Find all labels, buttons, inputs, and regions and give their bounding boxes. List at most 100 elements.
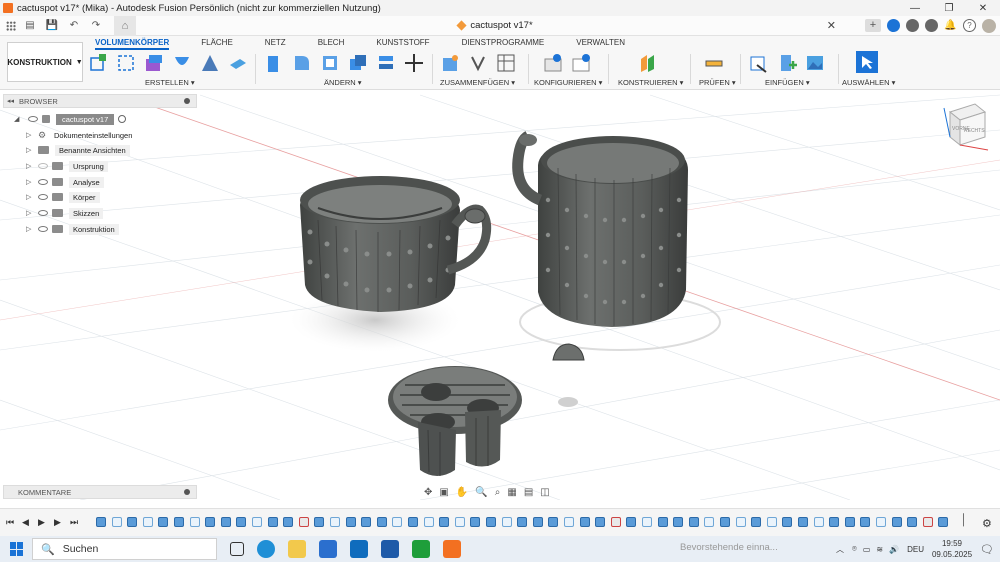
timeline-feature[interactable] xyxy=(626,517,637,527)
timeline-feature[interactable] xyxy=(922,517,933,527)
select-icon[interactable] xyxy=(856,51,878,73)
comments-panel-header[interactable]: KOMMENTARE xyxy=(3,485,197,499)
browser-root-item[interactable]: ◢ cactuspot v17 xyxy=(14,112,127,126)
group-konstruieren[interactable]: KONSTRUIEREN ▾ xyxy=(618,78,683,87)
timeline-feature[interactable] xyxy=(517,517,528,527)
visibility-eye-icon[interactable] xyxy=(28,116,38,122)
edge-browser-icon[interactable] xyxy=(257,540,275,558)
browser-item-koerper[interactable]: ▷ Körper xyxy=(26,190,100,204)
undo-icon[interactable]: ↶ xyxy=(66,18,82,34)
close-window-button[interactable]: ✕ xyxy=(966,3,1000,14)
expand-icon[interactable]: ▷ xyxy=(26,131,34,139)
as-built-joint-icon[interactable] xyxy=(496,53,516,73)
activate-component-icon[interactable] xyxy=(118,115,127,123)
small-knob-body[interactable] xyxy=(552,343,585,361)
timeline-feature[interactable] xyxy=(361,517,372,527)
pan-icon[interactable]: ✋ xyxy=(456,487,468,498)
timeline-feature[interactable] xyxy=(454,517,465,527)
box-icon[interactable] xyxy=(228,53,248,73)
orbit-icon[interactable]: ✥ xyxy=(424,487,432,498)
offset-plane-icon[interactable] xyxy=(638,53,658,73)
combine-icon[interactable] xyxy=(348,53,368,73)
minimize-button[interactable]: — xyxy=(898,3,932,14)
comments-options-icon[interactable] xyxy=(184,489,190,495)
outlook-icon[interactable] xyxy=(350,540,368,558)
revolve-icon[interactable] xyxy=(172,53,192,73)
look-at-icon[interactable]: ▣ xyxy=(439,487,448,498)
timeline-feature[interactable] xyxy=(142,517,153,527)
timeline-feature[interactable] xyxy=(189,517,200,527)
tab-dienstprogramme[interactable]: DIENSTPROGRAMME xyxy=(462,38,545,50)
timeline-feature[interactable] xyxy=(782,517,793,527)
expand-root-icon[interactable]: ◢ xyxy=(14,115,22,123)
expand-icon[interactable]: ▷ xyxy=(26,162,34,170)
tab-netz[interactable]: NETZ xyxy=(265,38,286,50)
group-pruefen[interactable]: PRÜFEN ▾ xyxy=(699,78,736,87)
display-settings-icon[interactable]: ▦ xyxy=(507,487,516,498)
timeline-feature[interactable] xyxy=(891,517,902,527)
configure-icon[interactable] xyxy=(543,53,563,73)
visibility-eye-icon[interactable] xyxy=(38,179,48,185)
tray-chevron-icon[interactable]: ︿ xyxy=(836,544,844,555)
insert-canvas-icon[interactable] xyxy=(805,53,825,73)
move-copy-icon[interactable] xyxy=(404,53,424,73)
timeline-feature[interactable] xyxy=(236,517,247,527)
notification-text[interactable]: Bevorstehende einna... xyxy=(680,542,778,553)
file-menu-icon[interactable]: ▤ xyxy=(22,18,38,34)
create-sketch-icon[interactable] xyxy=(88,53,108,73)
timeline-feature[interactable] xyxy=(735,517,746,527)
visibility-eye-icon[interactable] xyxy=(38,163,48,169)
configuration-table-icon[interactable] xyxy=(571,53,591,73)
timeline-feature[interactable] xyxy=(860,517,871,527)
timeline-feature[interactable] xyxy=(657,517,668,527)
redo-icon[interactable]: ↷ xyxy=(88,18,104,34)
browser-item-benannte-ansichten[interactable]: ▷ Benannte Ansichten xyxy=(26,143,130,157)
document-tab[interactable]: cactuspot v17* ✕ xyxy=(150,16,840,36)
timeline-feature[interactable] xyxy=(751,517,762,527)
store-icon[interactable] xyxy=(319,540,337,558)
timeline-feature[interactable] xyxy=(938,517,949,527)
app-icon-green[interactable] xyxy=(412,540,430,558)
task-view-icon[interactable] xyxy=(230,542,244,556)
step-forward-icon[interactable]: ▶ xyxy=(54,517,61,528)
group-erstellen[interactable]: ERSTELLEN ▾ xyxy=(145,78,195,87)
clock[interactable]: 19:59 09.05.2025 xyxy=(932,538,972,560)
timeline-feature[interactable] xyxy=(174,517,184,527)
data-panel-grid-icon[interactable] xyxy=(6,20,16,31)
timeline-feature[interactable] xyxy=(376,517,387,527)
fillet-icon[interactable] xyxy=(292,53,312,73)
browser-item-dokumenteinstellungen[interactable]: ▷ ⚙ Dokumenteinstellungen xyxy=(26,128,132,142)
insert-mesh-icon[interactable] xyxy=(777,53,797,73)
timeline-feature[interactable] xyxy=(158,517,169,527)
insert-derive-icon[interactable] xyxy=(749,53,769,73)
timeline-feature[interactable] xyxy=(111,517,122,527)
collapse-panel-icon[interactable]: ◂◂ xyxy=(7,97,14,105)
timeline-feature[interactable] xyxy=(532,517,543,527)
timeline-feature[interactable] xyxy=(704,517,715,527)
timeline-feature[interactable] xyxy=(907,517,918,527)
help-icon[interactable]: ? xyxy=(963,19,976,32)
wifi-icon[interactable]: ≋ xyxy=(876,545,883,554)
save-icon[interactable]: 💾 xyxy=(44,18,60,34)
expand-icon[interactable]: ▷ xyxy=(26,193,34,201)
timeline-marker-icon[interactable]: ⏐ xyxy=(960,513,967,528)
group-einfuegen[interactable]: EINFÜGEN ▾ xyxy=(765,78,810,87)
group-zusammenfuegen[interactable]: ZUSAMMENFÜGEN ▾ xyxy=(440,78,515,87)
timeline-feature[interactable] xyxy=(642,517,652,527)
online-status-icon[interactable] xyxy=(925,19,938,32)
timeline-feature[interactable] xyxy=(844,517,855,527)
close-tab-icon[interactable]: ✕ xyxy=(827,19,836,32)
timeline-feature[interactable] xyxy=(252,517,262,527)
volume-icon[interactable]: 🔊 xyxy=(889,545,899,554)
insert-body[interactable] xyxy=(388,366,522,476)
timeline-feature[interactable] xyxy=(610,517,621,527)
timeline-feature[interactable] xyxy=(283,517,294,527)
timeline-feature[interactable] xyxy=(298,517,309,527)
timeline-feature[interactable] xyxy=(579,517,590,527)
align-icon[interactable] xyxy=(376,53,396,73)
file-explorer-icon[interactable] xyxy=(288,540,306,558)
timeline-feature[interactable] xyxy=(798,517,808,527)
panel-options-icon[interactable] xyxy=(184,98,190,104)
go-to-end-icon[interactable]: ⏭ xyxy=(70,517,78,528)
language-indicator[interactable]: DEU xyxy=(907,545,924,554)
